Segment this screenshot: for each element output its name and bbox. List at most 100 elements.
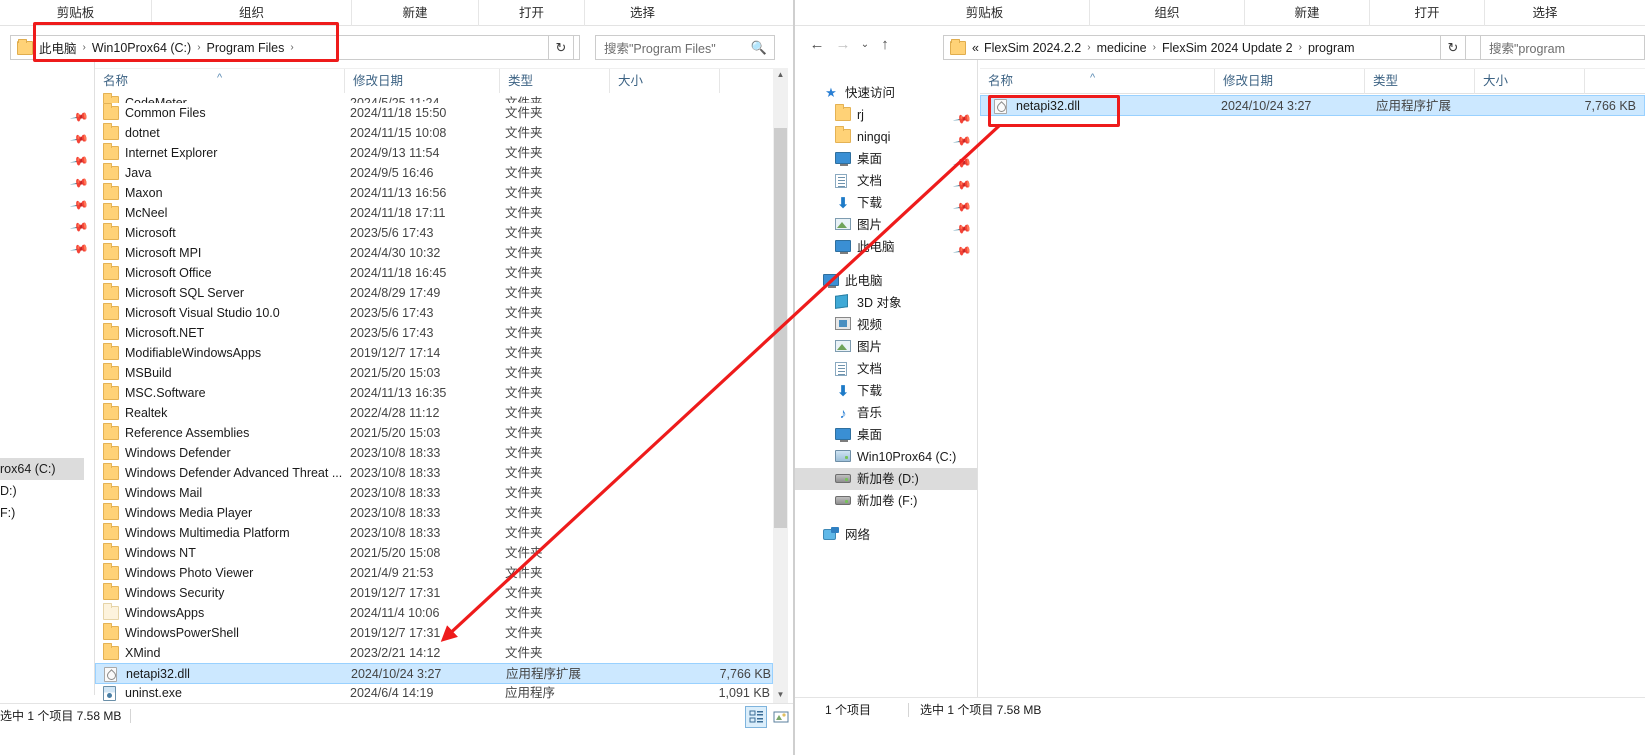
right-ribbon-group-select[interactable]: 选择 [1485, 0, 1605, 26]
left-ribbon-group-clipboard[interactable]: 剪贴板 [0, 0, 152, 26]
right-ribbon-group-new[interactable]: 新建 [1245, 0, 1370, 26]
large-icons-view-button[interactable] [770, 706, 792, 728]
table-row[interactable]: Windows Multimedia Platform 2023/10/8 18:… [95, 523, 773, 543]
breadcrumb-item-this-pc[interactable]: 此电脑 [37, 38, 79, 57]
pin-icon[interactable]: 📌 [69, 129, 89, 149]
left-nav-drive-d[interactable]: D:) [0, 480, 84, 502]
refresh-button[interactable]: ↻ [548, 35, 574, 60]
back-button[interactable]: ← [807, 35, 827, 55]
table-row[interactable]: Windows Mail 2023/10/8 18:33 文件夹 [95, 483, 773, 503]
table-row[interactable]: Reference Assemblies 2021/5/20 15:03 文件夹 [95, 423, 773, 443]
pin-icon[interactable]: 📌 [950, 238, 975, 265]
table-row[interactable]: Microsoft SQL Server 2024/8/29 17:49 文件夹 [95, 283, 773, 303]
table-row[interactable]: Windows Defender 2023/10/8 18:33 文件夹 [95, 443, 773, 463]
sidebar-item-此电脑[interactable]: 此电脑 📌 [795, 236, 977, 261]
right-ribbon-group-clipboard[interactable]: 剪贴板 [880, 0, 1090, 26]
sidebar-item-图片[interactable]: 图片 📌 [795, 214, 977, 239]
pin-icon[interactable]: 📌 [69, 173, 89, 193]
scroll-down-arrow-icon[interactable]: ▼ [773, 688, 788, 703]
forward-button[interactable]: → [833, 35, 853, 55]
breadcrumb-item-drive-c[interactable]: Win10Prox64 (C:) [90, 41, 193, 55]
table-row[interactable]: netapi32.dll 2024/10/24 3:27 应用程序扩展 7,766 K… [95, 663, 773, 684]
refresh-button[interactable]: ↻ [1440, 35, 1466, 60]
pin-icon[interactable]: 📌 [69, 107, 89, 127]
sidebar-item-Win10Prox64 (C:)[interactable]: Win10Prox64 (C:) [795, 446, 977, 468]
sidebar-item-文档[interactable]: 文档 [795, 358, 977, 380]
left-ribbon-group-open[interactable]: 打开 [479, 0, 585, 26]
pin-icon[interactable]: 📌 [69, 195, 89, 215]
right-search-input[interactable]: 搜索"program [1480, 35, 1645, 60]
breadcrumb-item-flexsim-update[interactable]: FlexSim 2024 Update 2 [1160, 41, 1295, 55]
sidebar-item-快速访问[interactable]: ★ 快速访问 [795, 82, 977, 104]
pin-icon[interactable]: 📌 [69, 217, 89, 237]
table-row[interactable]: Windows Media Player 2023/10/8 18:33 文件夹 [95, 503, 773, 523]
sidebar-item-3D 对象[interactable]: 3D 对象 [795, 292, 977, 314]
left-nav-drive-f[interactable]: F:) [0, 502, 84, 524]
left-ribbon-group-new[interactable]: 新建 [352, 0, 479, 26]
left-column-header-type[interactable]: 类型 [500, 69, 610, 94]
table-row[interactable]: Windows Defender Advanced Threat ... 2023… [95, 463, 773, 483]
table-row[interactable]: Realtek 2022/4/28 11:12 文件夹 [95, 403, 773, 423]
sidebar-item-下载[interactable]: ⬇ 下载 📌 [795, 192, 977, 217]
up-button[interactable]: ↑ [875, 35, 895, 55]
sidebar-item-桌面[interactable]: 桌面 [795, 424, 977, 446]
sidebar-item-桌面[interactable]: 桌面 📌 [795, 148, 977, 173]
table-row[interactable]: McNeel 2024/11/18 17:11 文件夹 [95, 203, 773, 223]
table-row[interactable]: Maxon 2024/11/13 16:56 文件夹 [95, 183, 773, 203]
table-row[interactable]: Windows Photo Viewer 2021/4/9 21:53 文件夹 [95, 563, 773, 583]
sidebar-item-rj[interactable]: rj 📌 [795, 104, 977, 129]
left-column-header-size[interactable]: 大小 [610, 69, 720, 94]
table-row[interactable]: MSC.Software 2024/11/13 16:35 文件夹 [95, 383, 773, 403]
details-view-button[interactable] [745, 706, 767, 728]
table-row[interactable]: Internet Explorer 2024/9/13 11:54 文件夹 [95, 143, 773, 163]
breadcrumb-item-flexsim-root[interactable]: FlexSim 2024.2.2 [982, 41, 1083, 55]
left-column-header-date[interactable]: 修改日期 [345, 69, 500, 94]
table-row[interactable]: uninst.exe 2024/6/4 14:19 应用程序 1,091 KB [95, 683, 773, 703]
sidebar-item-视频[interactable]: 视频 [795, 314, 977, 336]
sidebar-item-下载[interactable]: ⬇ 下载 [795, 380, 977, 402]
right-column-header-size[interactable]: 大小 [1475, 69, 1585, 94]
table-row[interactable]: Windows Security 2019/12/7 17:31 文件夹 [95, 583, 773, 603]
table-row[interactable]: CodeMeter 2024/5/25 11:24 文件夹 [95, 93, 773, 103]
table-row[interactable]: Microsoft.NET 2023/5/6 17:43 文件夹 [95, 323, 773, 343]
right-navigation-tree[interactable]: ★ 快速访问 rj 📌 ningqi 📌 桌面 📌 文档 📌 ⬇ 下载 📌 图片 📌 此电脑 📌 此电脑 3D 对象… [795, 82, 977, 697]
scroll-up-arrow-icon[interactable]: ▲ [773, 68, 788, 83]
pin-icon[interactable]: 📌 [69, 239, 89, 259]
left-ribbon-group-organize[interactable]: 组织 [152, 0, 352, 26]
path-overflow-icon[interactable]: « [970, 41, 982, 55]
breadcrumb-item-program-files[interactable]: Program Files [205, 41, 287, 55]
table-row[interactable]: Java 2024/9/5 16:46 文件夹 [95, 163, 773, 183]
sidebar-item-音乐[interactable]: ♪ 音乐 [795, 402, 977, 424]
breadcrumb-item-medicine[interactable]: medicine [1095, 41, 1149, 55]
left-scrollbar-thumb[interactable] [774, 128, 787, 528]
table-row[interactable]: WindowsApps 2024/11/4 10:06 文件夹 [95, 603, 773, 623]
left-ribbon-group-select[interactable]: 选择 [585, 0, 700, 26]
right-column-header-name[interactable]: 名称 [980, 69, 1215, 94]
left-search-input[interactable]: 搜索"Program Files" 🔍 [595, 35, 775, 60]
sidebar-item-新加卷 (D:)[interactable]: 新加卷 (D:) [795, 468, 977, 490]
left-vertical-scrollbar[interactable]: ▲ ▼ [773, 68, 788, 703]
breadcrumb-item-program[interactable]: program [1306, 41, 1357, 55]
right-ribbon-group-open[interactable]: 打开 [1370, 0, 1485, 26]
sidebar-item-网络[interactable]: 网络 [795, 524, 977, 546]
table-row[interactable]: XMind 2023/2/21 14:12 文件夹 [95, 643, 773, 663]
right-column-header-date[interactable]: 修改日期 [1215, 69, 1365, 94]
table-row[interactable]: dotnet 2024/11/15 10:08 文件夹 [95, 123, 773, 143]
table-row[interactable]: MSBuild 2021/5/20 15:03 文件夹 [95, 363, 773, 383]
table-row[interactable]: Microsoft MPI 2024/4/30 10:32 文件夹 [95, 243, 773, 263]
table-row[interactable]: ModifiableWindowsApps 2019/12/7 17:14 文件夹 [95, 343, 773, 363]
sidebar-item-新加卷 (F:)[interactable]: 新加卷 (F:) [795, 490, 977, 512]
sidebar-item-ningqi[interactable]: ningqi 📌 [795, 126, 977, 151]
table-row[interactable]: Microsoft Office 2024/11/18 16:45 文件夹 [95, 263, 773, 283]
table-row[interactable]: Common Files 2024/11/18 15:50 文件夹 [95, 103, 773, 123]
pin-icon[interactable]: 📌 [69, 151, 89, 171]
sidebar-item-此电脑[interactable]: 此电脑 [795, 270, 977, 292]
left-file-list[interactable]: CodeMeter 2024/5/25 11:24 文件夹 Common Files 2… [95, 93, 773, 703]
left-path-breadcrumb-box[interactable]: 此电脑 › Win10Prox64 (C:) › Program Files ›… [10, 35, 580, 60]
table-row[interactable]: Windows NT 2021/5/20 15:08 文件夹 [95, 543, 773, 563]
recent-locations-button[interactable]: ⌄ [855, 35, 875, 55]
sidebar-item-文档[interactable]: 文档 📌 [795, 170, 977, 195]
right-column-header-type[interactable]: 类型 [1365, 69, 1475, 94]
right-ribbon-group-organize[interactable]: 组织 [1090, 0, 1245, 26]
table-row[interactable]: netapi32.dll 2024/10/24 3:27 应用程序扩展 7,766 K… [980, 95, 1645, 116]
